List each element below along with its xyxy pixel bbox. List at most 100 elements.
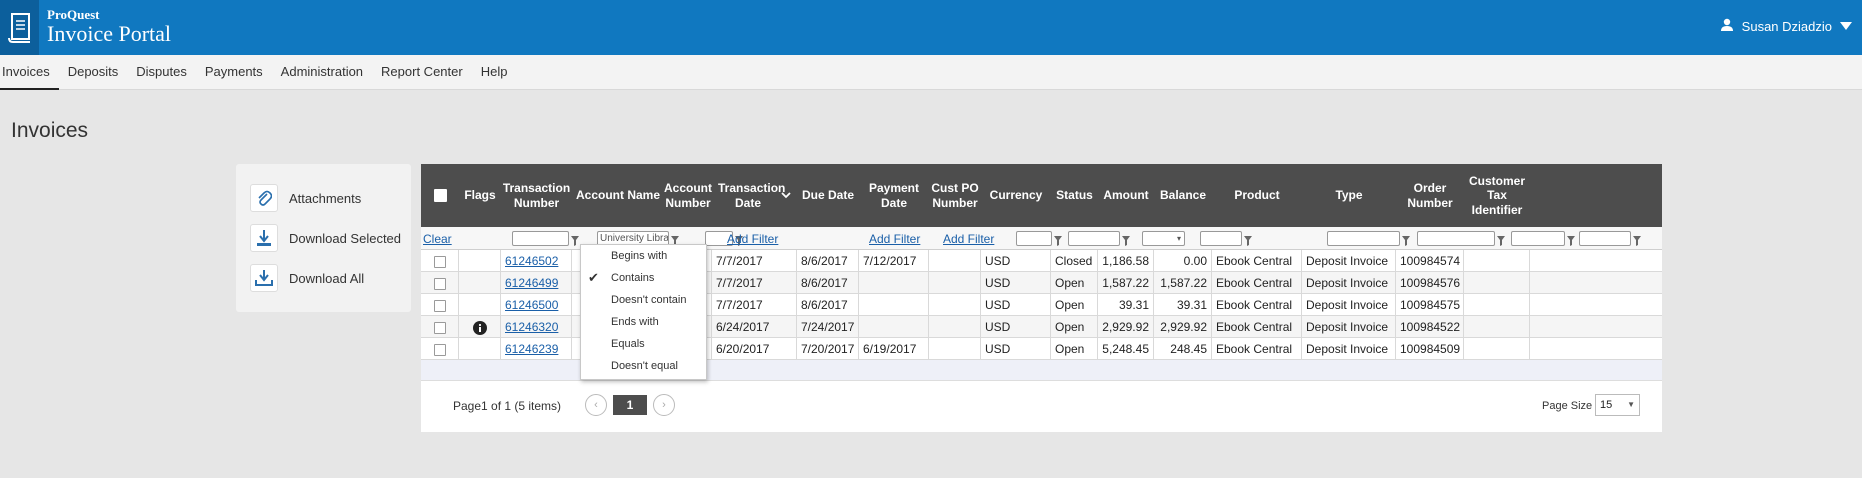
filter-icon[interactable] xyxy=(1122,234,1130,246)
filter-cust-po-input[interactable] xyxy=(1016,231,1052,246)
amount-cell-value: 5,248.45 xyxy=(1102,342,1149,356)
col-balance[interactable]: Balance xyxy=(1154,164,1212,227)
user-name: Susan Dziadzio xyxy=(1741,19,1832,34)
balance-cell: 0.00 xyxy=(1154,250,1212,272)
nav-disputes[interactable]: Disputes xyxy=(127,55,196,90)
balance-cell-value: 39.31 xyxy=(1176,298,1207,312)
nav-deposits[interactable]: Deposits xyxy=(59,55,128,90)
next-page-button[interactable]: › xyxy=(653,394,675,416)
col-account-number[interactable]: Account Number xyxy=(664,164,712,227)
product-cell-value: Ebook Central xyxy=(1216,254,1293,268)
filter-currency-input[interactable] xyxy=(1068,231,1120,246)
col-amount[interactable]: Amount xyxy=(1098,164,1154,227)
brand: ProQuest Invoice Portal xyxy=(47,8,171,45)
nav-report-center[interactable]: Report Center xyxy=(372,55,472,90)
download-selected-label: Download Selected xyxy=(289,230,402,246)
product-cell-value: Ebook Central xyxy=(1216,298,1293,312)
col-product[interactable]: Product xyxy=(1212,164,1302,227)
clear-filters-link[interactable]: Clear xyxy=(423,232,452,246)
filter-type-input[interactable] xyxy=(1417,231,1495,246)
type-cell: Deposit Invoice xyxy=(1302,316,1396,338)
nav-help[interactable]: Help xyxy=(472,55,517,90)
filter-icon[interactable] xyxy=(1054,234,1062,246)
transaction-number-link[interactable]: 61246320 xyxy=(505,320,558,334)
col-account-name[interactable]: Account Name xyxy=(572,164,664,227)
menu-doesnt-equal[interactable]: Doesn't equal xyxy=(581,355,706,377)
filter-icon[interactable] xyxy=(1402,234,1410,246)
col-customer-tax-identifier[interactable]: Customer Tax Identifier xyxy=(1464,164,1530,227)
transaction-date-cell-value: 7/7/2017 xyxy=(716,254,763,268)
filter-customer-tax-input[interactable] xyxy=(1579,231,1631,246)
balance-cell-value: 0.00 xyxy=(1183,254,1207,268)
row-select-checkbox[interactable] xyxy=(433,299,446,312)
user-menu[interactable]: Susan Dziadzio xyxy=(1720,18,1852,35)
order-number-cell: 100984576 xyxy=(1396,272,1464,294)
nav-invoices[interactable]: Invoices xyxy=(0,55,59,90)
select-all-checkbox[interactable] xyxy=(421,164,459,227)
menu-begins-with[interactable]: Begins with xyxy=(581,245,706,267)
page-1-button[interactable]: 1 xyxy=(613,395,647,415)
filter-icon[interactable] xyxy=(571,234,579,246)
filter-product-input[interactable] xyxy=(1327,231,1400,246)
transaction-number-link[interactable]: 61246239 xyxy=(505,342,558,356)
status-cell: Closed xyxy=(1051,250,1098,272)
row-select-checkbox[interactable] xyxy=(433,255,446,268)
type-cell-value: Deposit Invoice xyxy=(1306,320,1389,334)
page-size-label: Page Size xyxy=(1542,400,1593,412)
transaction-number-link[interactable]: 61246502 xyxy=(505,254,558,268)
add-filter-transaction-date[interactable]: Add Filter xyxy=(727,232,778,246)
col-cust-po-number[interactable]: Cust PO Number xyxy=(929,164,981,227)
transaction-number-cell: 61246239 xyxy=(501,338,572,360)
menu-contains[interactable]: ✔ Contains xyxy=(581,267,706,289)
filter-icon[interactable] xyxy=(1497,234,1505,246)
add-filter-payment-date[interactable]: Add Filter xyxy=(943,232,994,246)
menu-doesnt-contain[interactable]: Doesn't contain xyxy=(581,289,706,311)
nav-payments[interactable]: Payments xyxy=(196,55,272,90)
product-cell: Ebook Central xyxy=(1212,316,1302,338)
col-due-date[interactable]: Due Date xyxy=(797,164,859,227)
page-size-select[interactable]: 15 ▼ xyxy=(1595,394,1640,416)
due-date-cell-value: 8/6/2017 xyxy=(801,298,848,312)
menu-equals[interactable]: Equals xyxy=(581,333,706,355)
download-selected-button[interactable]: Download Selected xyxy=(250,224,401,252)
col-currency[interactable]: Currency xyxy=(981,164,1051,227)
filter-amount-input[interactable] xyxy=(1200,231,1242,246)
nav-administration[interactable]: Administration xyxy=(272,55,372,90)
attachments-button[interactable]: Attachments xyxy=(250,184,361,212)
col-status[interactable]: Status xyxy=(1051,164,1098,227)
col-payment-date[interactable]: Payment Date xyxy=(859,164,929,227)
due-date-cell: 8/6/2017 xyxy=(797,250,859,272)
type-cell-value: Deposit Invoice xyxy=(1306,254,1389,268)
filter-icon[interactable] xyxy=(1633,234,1641,246)
filter-icon[interactable] xyxy=(671,234,679,246)
col-type[interactable]: Type xyxy=(1302,164,1396,227)
brand-title: Invoice Portal xyxy=(47,21,172,46)
filter-transaction-number-input[interactable] xyxy=(512,231,569,246)
filter-icon[interactable] xyxy=(1567,234,1575,246)
page-title: Invoices xyxy=(11,119,89,142)
product-cell: Ebook Central xyxy=(1212,294,1302,316)
transaction-number-link[interactable]: 61246500 xyxy=(505,298,558,312)
download-tray-icon xyxy=(250,264,278,292)
filter-status-select[interactable]: ▾ xyxy=(1142,231,1185,246)
row-checkbox xyxy=(421,316,459,338)
row-select-checkbox[interactable] xyxy=(433,343,446,356)
prev-page-button[interactable]: ‹ xyxy=(585,394,607,416)
menu-ends-with[interactable]: Ends with xyxy=(581,311,706,333)
cust-po-cell xyxy=(929,316,981,338)
col-order-number[interactable]: Order Number xyxy=(1396,164,1464,227)
cust-po-cell xyxy=(929,250,981,272)
col-transaction-date[interactable]: Transaction Date xyxy=(712,164,797,227)
row-select-checkbox[interactable] xyxy=(433,321,446,334)
col-flags[interactable]: Flags xyxy=(459,164,501,227)
col-transaction-number[interactable]: Transaction Number xyxy=(501,164,572,227)
add-filter-due-date[interactable]: Add Filter xyxy=(869,232,920,246)
download-all-button[interactable]: Download All xyxy=(250,264,364,292)
info-icon[interactable] xyxy=(472,320,487,335)
product-cell: Ebook Central xyxy=(1212,272,1302,294)
currency-cell: USD xyxy=(981,250,1051,272)
filter-order-number-input[interactable] xyxy=(1511,231,1565,246)
transaction-number-link[interactable]: 61246499 xyxy=(505,276,558,290)
filter-icon[interactable] xyxy=(1244,234,1252,246)
row-select-checkbox[interactable] xyxy=(433,277,446,290)
